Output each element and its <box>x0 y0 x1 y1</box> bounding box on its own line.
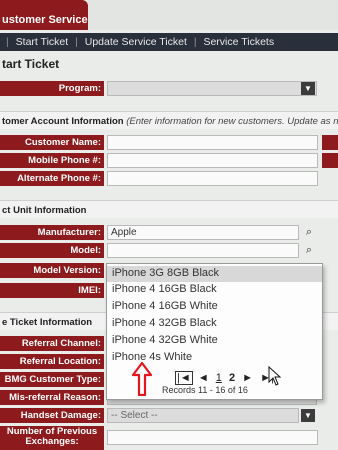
referral-channel-label: Referral Channel: <box>0 336 104 351</box>
magnifier-icon[interactable]: ⌕ <box>302 244 316 257</box>
red-up-arrow-icon <box>132 362 152 396</box>
dropdown-option[interactable]: iPhone 4 32GB Black <box>107 316 322 332</box>
customer-name-field[interactable] <box>107 135 318 150</box>
alternate-phone-field[interactable] <box>107 171 318 186</box>
dropdown-option[interactable]: iPhone 4 32GB White <box>107 333 322 349</box>
tab-update-service-ticket[interactable]: Update Service Ticket <box>85 36 187 48</box>
nav-bar: | Start Ticket | Update Service Ticket |… <box>0 33 338 51</box>
handset-damage-label: Handset Damage: <box>0 408 104 423</box>
bmg-customer-type-label: BMG Customer Type: <box>0 372 104 387</box>
model-field[interactable] <box>107 243 299 258</box>
model-label: Model: <box>0 243 104 258</box>
dropdown-option[interactable]: iPhone 4 16GB White <box>107 299 322 315</box>
records-count: Records 11 - 16 of 16 <box>162 385 248 395</box>
ticket-section-title: e Ticket Information <box>2 317 93 328</box>
page-link-2: 2 <box>228 372 236 384</box>
app-title: ustomer Service <box>0 0 88 30</box>
alternate-phone-label: Alternate Phone #: <box>0 171 104 186</box>
previous-exchanges-label-line2: Exchanges: <box>25 436 79 447</box>
model-version-label: Model Version: <box>0 263 104 278</box>
page-link-1[interactable]: 1 <box>214 372 224 384</box>
dropdown-pager: |◄ ◄ 1 2 ► ►| <box>175 371 276 385</box>
unit-section-header: ct Unit Information <box>0 200 338 218</box>
customer-name-label: Customer Name: <box>0 135 104 150</box>
handset-damage-select[interactable]: -- Select -- <box>107 408 299 423</box>
required-marker <box>322 135 338 150</box>
mobile-phone-field[interactable] <box>107 153 318 168</box>
prev-page-icon[interactable]: ◄ <box>196 372 211 384</box>
manufacturer-field[interactable]: Apple <box>107 225 299 240</box>
previous-exchanges-label: Number of Previous Exchanges: <box>0 426 104 450</box>
first-page-icon[interactable]: |◄ <box>175 371 193 385</box>
header-stripe <box>88 0 338 30</box>
program-label: Program: <box>0 81 104 96</box>
nav-separator: | <box>6 36 9 48</box>
referral-location-label: Referral Location: <box>0 354 104 369</box>
tab-start-ticket[interactable]: Start Ticket <box>16 36 69 48</box>
manufacturer-label: Manufacturer: <box>0 225 104 240</box>
customer-section-title: tomer Account Information <box>2 116 124 127</box>
customer-section-note: (Enter information for new customers. Up… <box>126 116 338 127</box>
page-title: tart Ticket <box>2 57 60 71</box>
required-marker <box>322 153 338 168</box>
previous-exchanges-field[interactable] <box>107 430 318 445</box>
mouse-cursor-icon <box>268 366 282 386</box>
dropdown-option[interactable]: iPhone 4 16GB Black <box>107 282 322 298</box>
chevron-down-icon[interactable]: ▼ <box>301 82 315 95</box>
chevron-down-icon[interactable]: ▼ <box>301 409 315 422</box>
program-select[interactable] <box>107 81 317 96</box>
imei-label: IMEI: <box>0 283 104 298</box>
mis-referral-reason-label: Mis-referral Reason: <box>0 390 104 405</box>
nav-separator: | <box>75 36 78 48</box>
dropdown-option[interactable]: iPhone 3G 8GB Black <box>107 266 322 282</box>
tab-service-tickets[interactable]: Service Tickets <box>203 36 274 48</box>
nav-separator: | <box>193 36 197 48</box>
next-page-icon[interactable]: ► <box>240 372 255 384</box>
magnifier-icon[interactable]: ⌕ <box>302 226 316 239</box>
unit-section-title: ct Unit Information <box>2 205 87 216</box>
mobile-phone-label: Mobile Phone #: <box>0 153 104 168</box>
customer-section-header: tomer Account Information (Enter informa… <box>0 111 338 129</box>
